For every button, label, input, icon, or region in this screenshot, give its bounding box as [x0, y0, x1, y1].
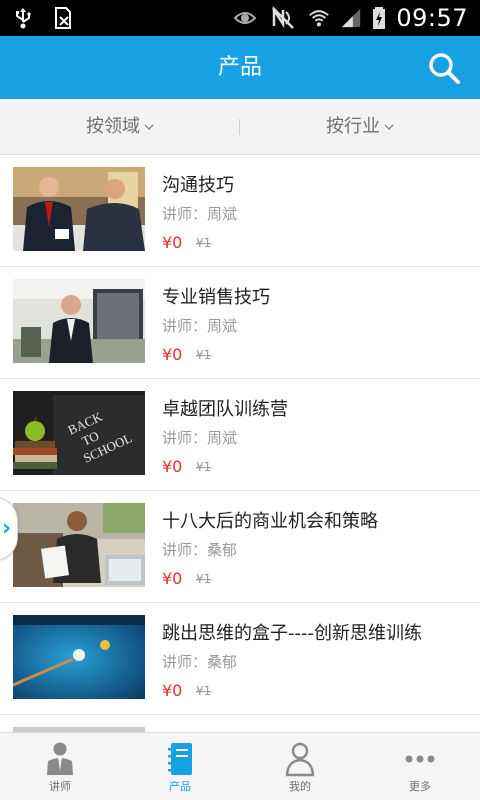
teacher-icon — [47, 742, 73, 775]
product-original-price: ¥1 — [196, 460, 212, 474]
usb-icon — [16, 8, 31, 29]
product-title: 跳出思维的盒子----创新思维训练 — [162, 623, 422, 644]
product-title: 沟通技巧 — [162, 175, 234, 196]
product-title: 卓越团队训练营 — [162, 399, 288, 420]
product-original-price: ¥1 — [196, 236, 212, 250]
product-price: ¥0 — [162, 233, 183, 252]
product-original-price: ¥1 — [196, 572, 212, 586]
more-icon — [405, 755, 435, 763]
product-title: 十八大后的商业机会和策略 — [162, 511, 378, 532]
product-teacher: 讲师：周斌 — [162, 205, 238, 223]
tab-more[interactable]: 更多 — [360, 733, 480, 800]
wifi-icon — [309, 10, 330, 27]
status-bar: 09:57 — [0, 0, 480, 36]
list-item-partial[interactable] — [0, 715, 480, 732]
bottom-nav: 讲师 产品 我的 更多 — [0, 732, 480, 800]
product-thumbnail — [13, 279, 145, 363]
product-thumbnail — [13, 615, 145, 699]
list-item[interactable]: 专业销售技巧 讲师：周斌 ¥0 ¥1 — [0, 267, 480, 379]
no-signal-icon — [272, 6, 295, 29]
list-item[interactable]: 十八大后的商业机会和策略 讲师：桑郁 ¥0 ¥1 — [0, 491, 480, 603]
list-item[interactable]: BACK TO SCHOOL 卓越团队训练营 讲师：周斌 ¥0 ¥1 — [0, 379, 480, 491]
page-title: 产品 — [217, 55, 262, 80]
eye-icon — [233, 12, 257, 24]
product-list: 沟通技巧 讲师：周斌 ¥0 ¥1 专业销售技巧 讲师：周斌 ¥0 ¥1 BACK… — [0, 155, 480, 732]
product-price: ¥0 — [162, 569, 183, 588]
chevron-down-icon — [144, 124, 154, 130]
product-original-price: ¥1 — [196, 684, 212, 698]
battery-charging-icon — [373, 7, 386, 29]
tab-mine[interactable]: 我的 — [240, 733, 360, 800]
product-price: ¥0 — [162, 457, 183, 476]
tab-teacher[interactable]: 讲师 — [0, 733, 120, 800]
status-time: 09:57 — [396, 4, 468, 32]
product-teacher: 讲师：周斌 — [162, 317, 238, 335]
search-icon[interactable] — [426, 50, 462, 86]
list-item[interactable]: 跳出思维的盒子----创新思维训练 讲师：桑郁 ¥0 ¥1 — [0, 603, 480, 715]
chevron-down-icon — [384, 124, 394, 130]
product-price: ¥0 — [162, 681, 183, 700]
tab-teacher-label: 讲师 — [49, 780, 71, 793]
product-teacher: 讲师：桑郁 — [162, 541, 238, 559]
product-thumbnail: BACK TO SCHOOL — [13, 391, 145, 475]
product-teacher: 讲师：周斌 — [162, 429, 238, 447]
notebook-icon — [168, 743, 192, 775]
filter-bar: 按领域 按行业 — [0, 99, 480, 155]
product-thumbnail — [13, 503, 145, 587]
product-thumbnail — [13, 167, 145, 251]
filter-by-industry[interactable]: 按行业 — [240, 99, 480, 155]
sim-icon — [55, 7, 71, 29]
product-price: ¥0 — [162, 345, 183, 364]
tab-products[interactable]: 产品 — [120, 733, 240, 800]
chevron-right-icon: › — [2, 516, 12, 541]
user-icon — [285, 742, 315, 777]
tab-more-label: 更多 — [409, 780, 431, 793]
tab-mine-label: 我的 — [289, 780, 311, 793]
filter-by-domain-label: 按领域 — [86, 116, 140, 137]
tab-products-label: 产品 — [169, 780, 191, 793]
product-title: 专业销售技巧 — [162, 287, 270, 308]
signal-icon — [342, 8, 361, 28]
filter-by-domain[interactable]: 按领域 — [0, 99, 240, 155]
header: 产品 — [0, 36, 480, 99]
list-item[interactable]: 沟通技巧 讲师：周斌 ¥0 ¥1 — [0, 155, 480, 267]
filter-by-industry-label: 按行业 — [326, 116, 380, 137]
product-original-price: ¥1 — [196, 348, 212, 362]
product-teacher: 讲师：桑郁 — [162, 653, 238, 671]
